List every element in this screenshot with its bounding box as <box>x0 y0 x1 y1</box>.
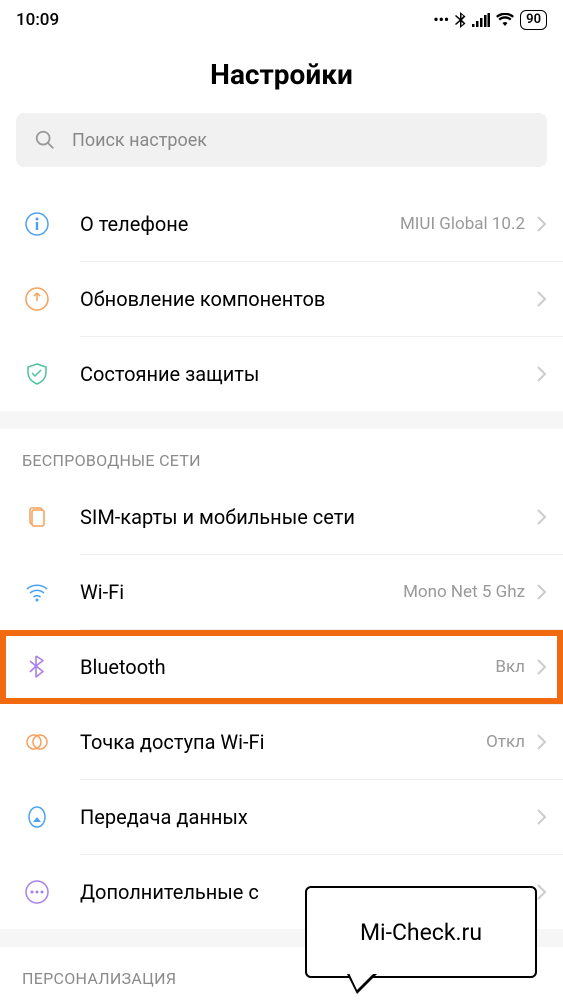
wifi-status-icon <box>496 13 514 27</box>
settings-group-top: О телефоне MIUI Global 10.2 Обновление к… <box>0 187 563 411</box>
watermark-text: Mi-Check.ru <box>360 919 482 946</box>
row-value: Откл <box>486 732 525 752</box>
row-about-phone[interactable]: О телефоне MIUI Global 10.2 <box>0 187 563 261</box>
signal-icon <box>472 13 490 27</box>
search-icon <box>34 129 56 151</box>
watermark-bubble: Mi-Check.ru <box>305 886 537 978</box>
chevron-right-icon <box>537 659 547 675</box>
search-placeholder: Поиск настроек <box>72 130 207 151</box>
chevron-right-icon <box>537 884 547 900</box>
row-data-transfer[interactable]: Передача данных <box>0 780 563 854</box>
chevron-right-icon <box>537 509 547 525</box>
row-component-update[interactable]: Обновление компонентов <box>0 262 563 336</box>
chevron-right-icon <box>537 734 547 750</box>
row-label: Передача данных <box>80 805 537 829</box>
battery-indicator: 90 <box>520 10 547 30</box>
row-label: Wi-Fi <box>80 580 403 604</box>
section-header-wireless: БЕСПРОВОДНЫЕ СЕТИ <box>0 429 563 480</box>
row-bluetooth[interactable]: Bluetooth Вкл <box>0 630 563 704</box>
row-security-status[interactable]: Состояние защиты <box>0 337 563 411</box>
chevron-right-icon <box>537 584 547 600</box>
chevron-right-icon <box>537 366 547 382</box>
data-icon <box>22 802 52 832</box>
bluetooth-icon <box>22 652 52 682</box>
status-bar: 10:09 ••• 90 <box>0 0 563 40</box>
more-icon <box>22 877 52 907</box>
update-icon <box>22 284 52 314</box>
more-icon: ••• <box>433 11 449 29</box>
row-label: Обновление компонентов <box>80 287 537 311</box>
hotspot-icon <box>22 727 52 757</box>
row-value: Вкл <box>495 657 525 677</box>
row-label: Точка доступа Wi-Fi <box>80 730 486 754</box>
wifi-icon <box>22 577 52 607</box>
row-label: Bluetooth <box>80 655 495 679</box>
row-label: SIM-карты и мобильные сети <box>80 505 537 529</box>
shield-icon <box>22 359 52 389</box>
chevron-right-icon <box>537 809 547 825</box>
info-icon <box>22 209 52 239</box>
row-wifi[interactable]: Wi-Fi Mono Net 5 Ghz <box>0 555 563 629</box>
row-value: Mono Net 5 Ghz <box>403 582 525 602</box>
row-hotspot[interactable]: Точка доступа Wi-Fi Откл <box>0 705 563 779</box>
chevron-right-icon <box>537 291 547 307</box>
status-time: 10:09 <box>16 10 59 30</box>
row-value: MIUI Global 10.2 <box>400 214 525 234</box>
status-indicators: ••• 90 <box>433 10 547 30</box>
row-sim-cards[interactable]: SIM-карты и мобильные сети <box>0 480 563 554</box>
row-label: Состояние защиты <box>80 362 537 386</box>
chevron-right-icon <box>537 216 547 232</box>
sim-icon <box>22 502 52 532</box>
search-input[interactable]: Поиск настроек <box>16 113 547 167</box>
page-title: Настройки <box>0 40 563 113</box>
row-label: О телефоне <box>80 212 400 236</box>
bluetooth-status-icon <box>455 12 466 28</box>
